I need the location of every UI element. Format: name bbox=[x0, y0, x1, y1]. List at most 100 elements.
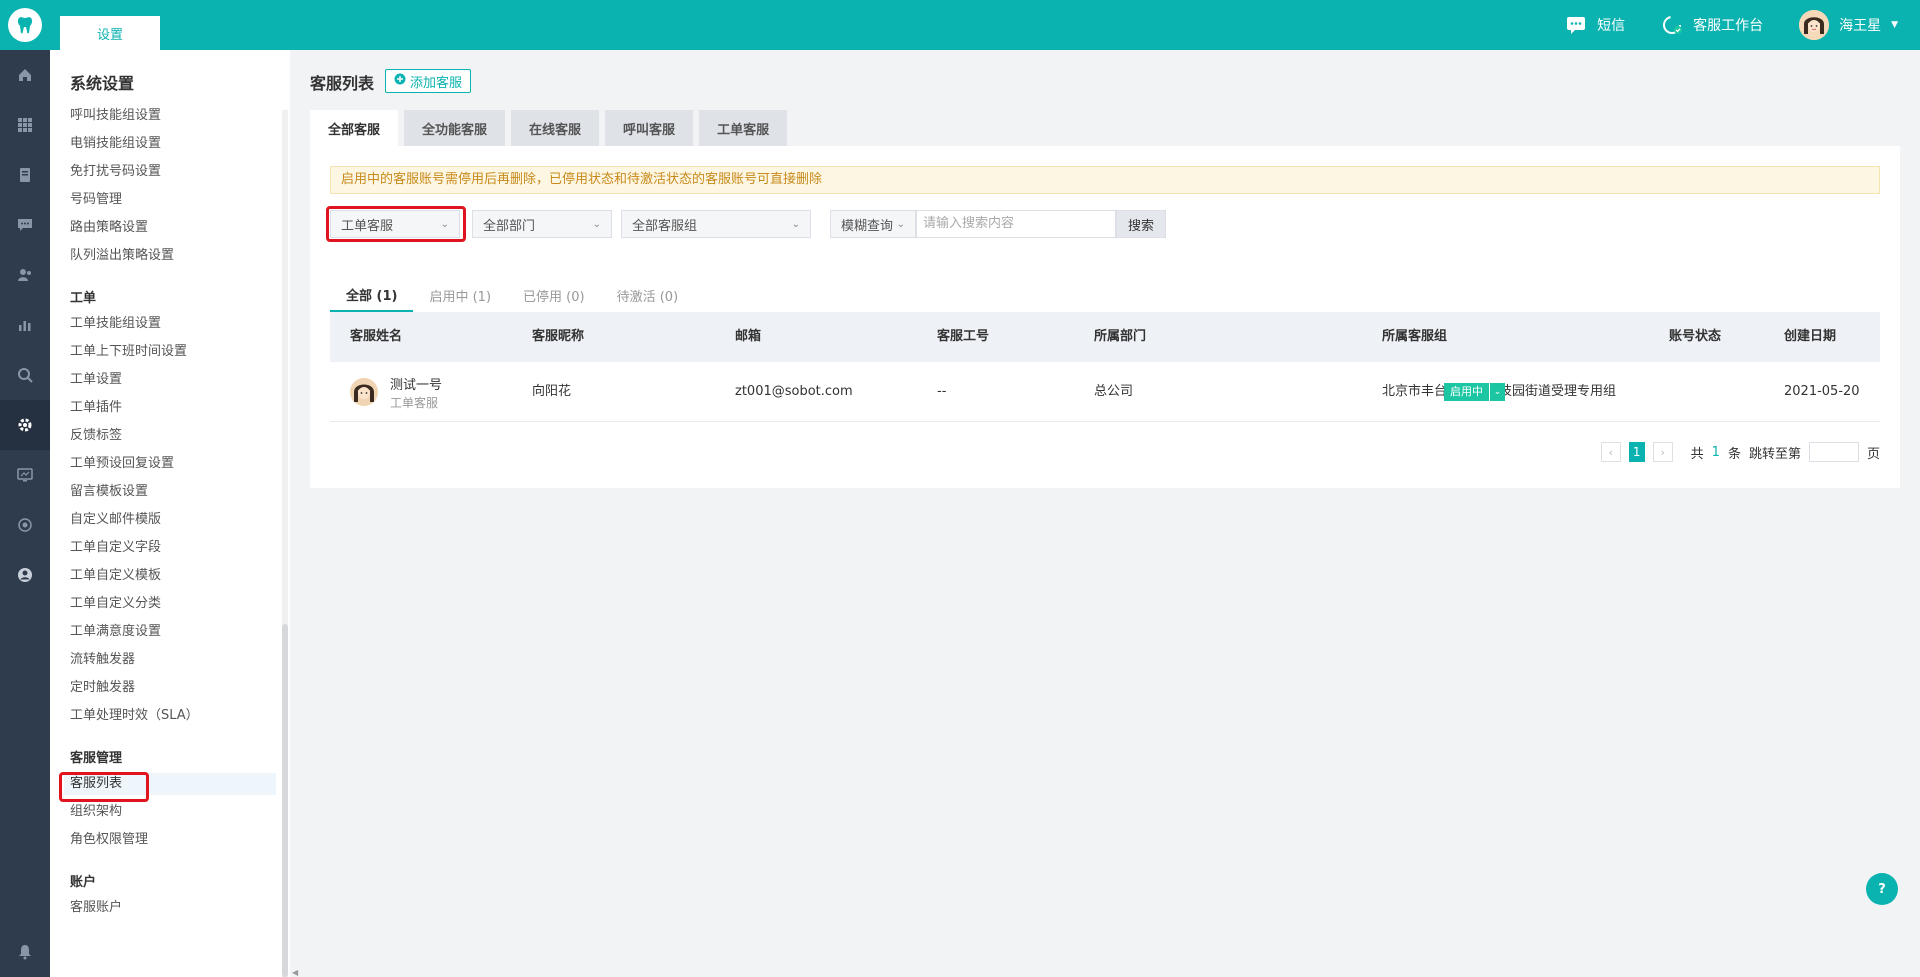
tab-ticket-agents[interactable]: 工单客服 bbox=[699, 110, 788, 146]
sidebar-item[interactable]: 反馈标签 bbox=[70, 425, 122, 447]
sidebar-item[interactable]: 工单自定义分类 bbox=[70, 593, 161, 615]
agent-group-select[interactable]: 全部客服组 ⌄ bbox=[621, 210, 811, 238]
tab-call-agents[interactable]: 呼叫客服 bbox=[605, 110, 694, 146]
bell-icon[interactable] bbox=[0, 927, 50, 977]
sidebar-item[interactable]: 路由策略设置 bbox=[70, 217, 148, 239]
agent-group-value: 全部客服组 bbox=[632, 218, 698, 234]
add-agent-button[interactable]: 添加客服 bbox=[385, 69, 472, 93]
page-number[interactable]: 1 bbox=[1628, 442, 1645, 462]
horizontal-scrollbar[interactable] bbox=[290, 969, 1920, 977]
tab-all-agents[interactable]: 全部客服 bbox=[310, 110, 399, 146]
settings-icon[interactable] bbox=[0, 400, 50, 450]
department-select[interactable]: 全部部门 ⌄ bbox=[472, 210, 612, 238]
sms-button[interactable]: 短信 bbox=[1565, 15, 1625, 35]
home-icon[interactable] bbox=[0, 50, 50, 100]
department-value: 全部部门 bbox=[483, 218, 536, 234]
sidebar-item[interactable]: 队列溢出策略设置 bbox=[70, 245, 174, 267]
subtab-pending[interactable]: 待激活 (0) bbox=[601, 278, 695, 312]
chart-icon[interactable] bbox=[0, 300, 50, 350]
sidebar-scrollbar-thumb[interactable] bbox=[282, 624, 288, 977]
headset-icon bbox=[1661, 15, 1683, 35]
sidebar-item[interactable]: 工单技能组设置 bbox=[70, 313, 161, 335]
chevron-down-icon: ⌄ bbox=[896, 218, 905, 230]
sidebar-item[interactable]: 电销技能组设置 bbox=[70, 133, 161, 155]
users-icon[interactable] bbox=[0, 250, 50, 300]
subtab-enabled[interactable]: 启用中 (1) bbox=[413, 278, 507, 312]
highlight-box-agent-type bbox=[326, 206, 466, 242]
user-menu[interactable]: 海王星 ▼ bbox=[1799, 10, 1898, 40]
sidebar-item[interactable]: 号码管理 bbox=[70, 189, 122, 211]
sidebar-item[interactable]: 组织架构 bbox=[70, 801, 122, 823]
next-page-button[interactable]: › bbox=[1652, 442, 1673, 462]
top-right-menu: 短信 客服工作台 海王星 ▼ bbox=[1539, 0, 1898, 50]
group-title-account: 账户 bbox=[70, 875, 97, 890]
subtab-all[interactable]: 全部 (1) bbox=[330, 278, 414, 312]
agent-department: 总公司 bbox=[1094, 384, 1134, 399]
query-mode-select[interactable]: 模糊查询 ⌄ bbox=[830, 210, 916, 238]
table-header: 客服姓名 客服昵称 邮箱 客服工号 所属部门 所属客服组 账号状态 创建日期 bbox=[330, 312, 1880, 362]
user-avatar bbox=[1799, 10, 1830, 40]
prev-page-button[interactable]: ‹ bbox=[1600, 442, 1621, 462]
table-row[interactable]: 测试一号 工单客服 向阳花 zt001@sobot.com -- 总公司 北京市… bbox=[330, 362, 1880, 422]
sidebar-item[interactable]: 工单自定义字段 bbox=[70, 537, 161, 559]
agent-role: 工单客服 bbox=[390, 396, 439, 410]
sidebar-item[interactable]: 工单设置 bbox=[70, 369, 122, 391]
column-header: 创建日期 bbox=[1784, 329, 1837, 344]
sidebar-item[interactable]: 工单自定义模板 bbox=[70, 565, 161, 587]
tab-full-agents[interactable]: 全功能客服 bbox=[404, 110, 506, 146]
sidebar-item[interactable]: 呼叫技能组设置 bbox=[70, 105, 161, 127]
monitor-icon[interactable] bbox=[0, 450, 50, 500]
user-name: 海王星 bbox=[1839, 18, 1882, 34]
sidebar-item[interactable]: 免打扰号码设置 bbox=[70, 161, 161, 183]
search-input[interactable]: 请输入搜索内容 bbox=[916, 210, 1116, 238]
search-icon[interactable] bbox=[0, 350, 50, 400]
total-count: 1 bbox=[1711, 444, 1720, 460]
sms-label: 短信 bbox=[1597, 18, 1626, 34]
sidebar-item[interactable]: 客服账户 bbox=[70, 897, 122, 919]
camera-icon[interactable] bbox=[0, 500, 50, 550]
sidebar-item[interactable]: 流转触发器 bbox=[70, 649, 135, 671]
column-header: 所属客服组 bbox=[1382, 329, 1448, 344]
tab-online-agents[interactable]: 在线客服 bbox=[511, 110, 600, 146]
total-prefix: 共 bbox=[1690, 446, 1704, 462]
chevron-down-icon: ⌄ bbox=[1489, 383, 1505, 401]
status-dropdown[interactable]: 启用中 ⌄ bbox=[1444, 383, 1505, 401]
jump-page-input[interactable] bbox=[1808, 442, 1859, 462]
plus-circle-icon bbox=[394, 73, 406, 89]
column-header: 客服姓名 bbox=[350, 329, 403, 344]
app-logo[interactable] bbox=[0, 0, 50, 50]
agent-employee-id: -- bbox=[937, 384, 947, 399]
settings-sidebar: 系统设置 呼叫技能组设置 电销技能组设置 免打扰号码设置 号码管理 路由策略设置… bbox=[50, 50, 290, 977]
query-mode-value: 模糊查询 bbox=[841, 218, 894, 234]
scroll-left-icon[interactable]: ◀ bbox=[292, 968, 298, 977]
sidebar-item[interactable]: 工单满意度设置 bbox=[70, 621, 161, 643]
tab-settings[interactable]: 设置 bbox=[60, 16, 160, 50]
status-badge: 启用中 bbox=[1444, 383, 1489, 401]
status-subtabs: 全部 (1) 启用中 (1) 已停用 (0) 待激活 (0) bbox=[330, 278, 694, 312]
search-button[interactable]: 搜索 bbox=[1116, 210, 1166, 238]
pagination: ‹ 1 › 共 1 条 跳转至第 页 bbox=[1600, 442, 1880, 462]
sidebar-item[interactable]: 工单预设回复设置 bbox=[70, 453, 174, 475]
workbench-button[interactable]: 客服工作台 bbox=[1661, 15, 1763, 35]
top-bar: 设置 短信 客服工作台 海王星 ▼ bbox=[0, 0, 1920, 50]
main-content: 客服列表 添加客服 全部客服 全功能客服 在线客服 呼叫客服 工单客服 启用中的… bbox=[290, 50, 1920, 977]
help-button[interactable]: ? bbox=[1866, 873, 1898, 905]
sidebar-item[interactable]: 工单上下班时间设置 bbox=[70, 341, 187, 363]
sidebar-item[interactable]: 自定义邮件模版 bbox=[70, 509, 161, 531]
sidebar-item[interactable]: 工单处理时效（SLA） bbox=[70, 705, 199, 727]
page-title: 客服列表 bbox=[310, 74, 375, 93]
sidebar-title: 系统设置 bbox=[70, 74, 135, 93]
sidebar-item[interactable]: 工单插件 bbox=[70, 397, 122, 419]
sidebar-item[interactable]: 角色权限管理 bbox=[70, 829, 148, 851]
apps-icon[interactable] bbox=[0, 100, 50, 150]
sidebar-item[interactable]: 留言模板设置 bbox=[70, 481, 148, 503]
agent-nickname: 向阳花 bbox=[532, 384, 572, 399]
document-icon[interactable] bbox=[0, 150, 50, 200]
tooth-logo-icon bbox=[8, 8, 42, 42]
chat-icon[interactable] bbox=[0, 200, 50, 250]
help-icon: ? bbox=[1878, 881, 1886, 897]
profile-icon[interactable] bbox=[0, 550, 50, 600]
subtab-disabled[interactable]: 已停用 (0) bbox=[507, 278, 601, 312]
page-suffix: 页 bbox=[1866, 446, 1880, 462]
sidebar-item[interactable]: 定时触发器 bbox=[70, 677, 135, 699]
